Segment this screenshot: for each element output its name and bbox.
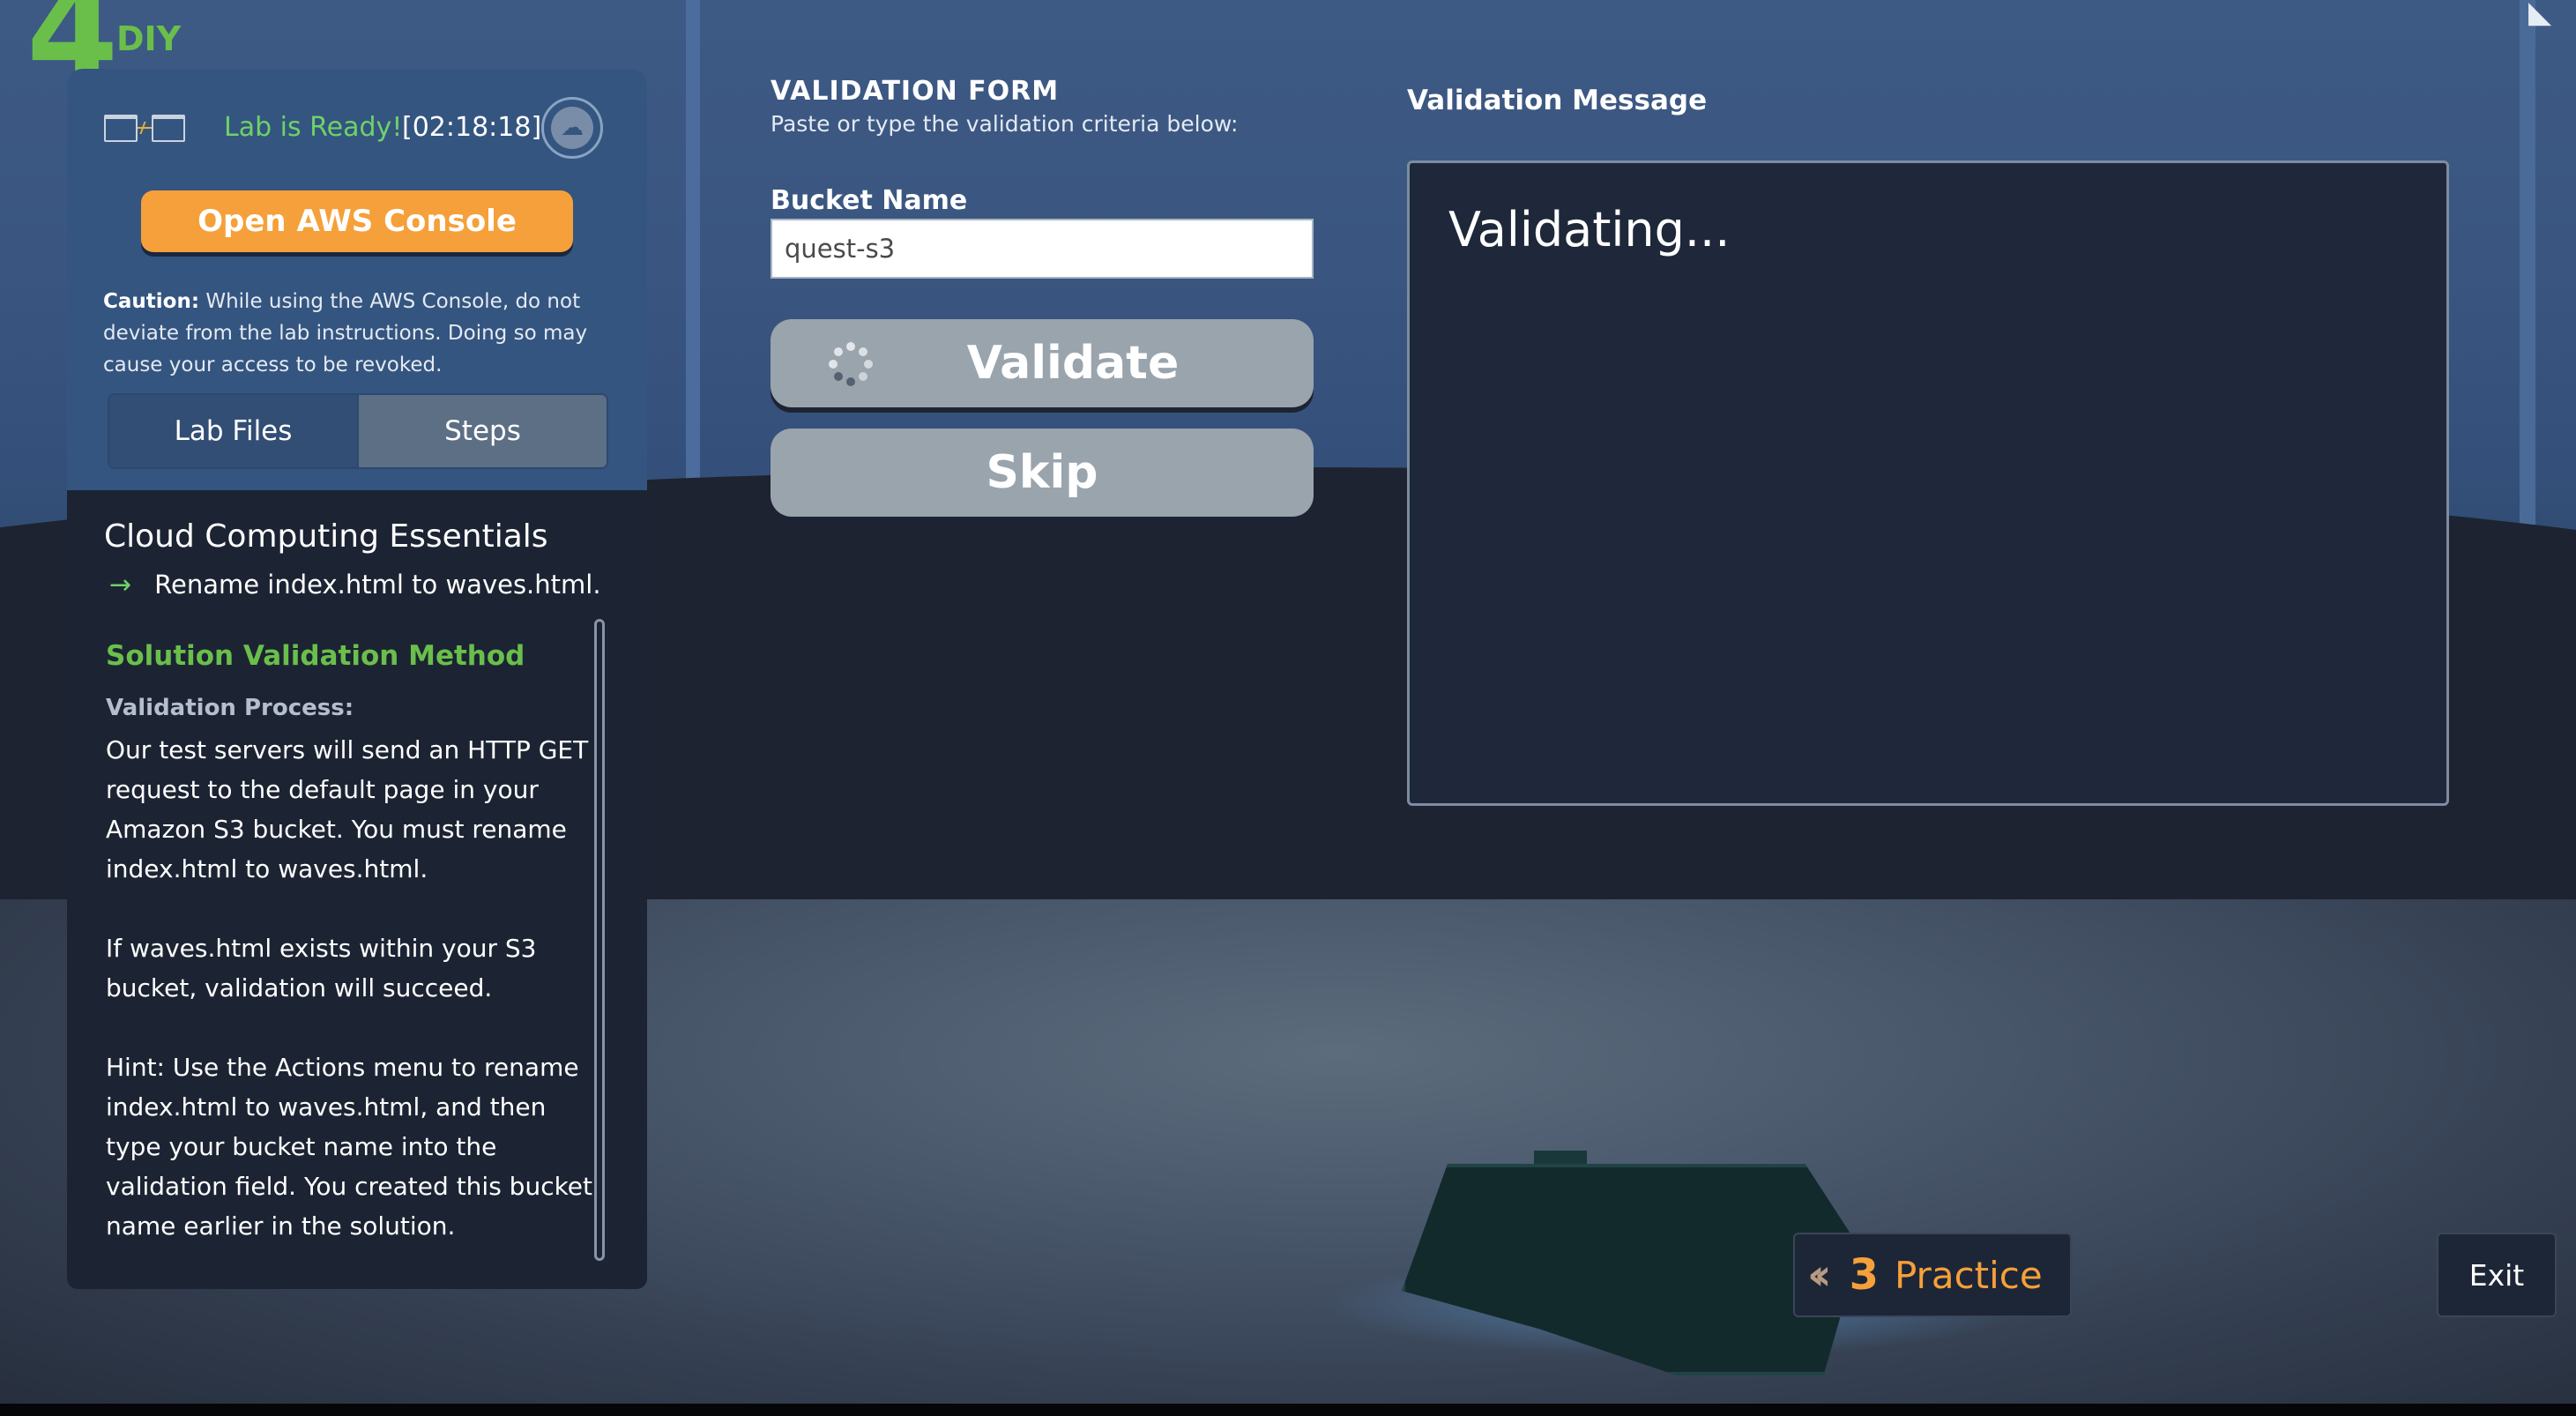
- lab-status-text: Lab is Ready!: [224, 112, 403, 143]
- form-subtitle: Paste or type the validation criteria be…: [771, 111, 1239, 137]
- validation-message-box: Validating...: [1407, 160, 2449, 806]
- tab-lab-files[interactable]: Lab Files: [109, 395, 357, 467]
- form-title: VALIDATION FORM: [771, 76, 1060, 107]
- practice-label: Practice: [1894, 1253, 2043, 1297]
- lab-window-icon-group: [104, 109, 185, 146]
- caution-label: Caution:: [103, 290, 200, 313]
- back-to-practice-button[interactable]: ‹‹ 3 Practice: [1793, 1233, 2072, 1317]
- current-step-label: Rename index.html to waves.html.: [154, 570, 601, 600]
- instructions-text: Our test servers will send an HTTP GET r…: [106, 730, 608, 1286]
- validate-button[interactable]: Validate: [771, 319, 1314, 407]
- window-pulse-icon: [104, 114, 185, 142]
- practice-number: 3: [1849, 1250, 1879, 1300]
- open-aws-console-button[interactable]: Open AWS Console: [141, 190, 573, 252]
- instruction-paragraph: Hint: Use the Actions menu to rename ind…: [106, 1053, 593, 1241]
- instruction-paragraph: Our test servers will send an HTTP GET r…: [106, 735, 589, 883]
- bottom-edge: [0, 1404, 2576, 1416]
- instruction-paragraph: If waves.html exists within your S3 buck…: [106, 934, 537, 1002]
- arrow-right-icon: →: [109, 570, 132, 600]
- corner-arrow-icon: ◣: [2528, 0, 2552, 30]
- loading-spinner-icon: [829, 342, 873, 386]
- lab-timer: [02:18:18]: [402, 112, 542, 143]
- skip-button[interactable]: Skip: [771, 429, 1314, 517]
- tab-steps[interactable]: Steps: [357, 395, 607, 467]
- current-step[interactable]: → Rename index.html to waves.html.: [109, 570, 601, 600]
- panel-tabs: Lab Files Steps: [108, 393, 608, 469]
- exit-button[interactable]: Exit: [2437, 1233, 2557, 1317]
- course-title: Cloud Computing Essentials: [104, 518, 548, 555]
- caution-notice: Caution: While using the AWS Console, do…: [103, 286, 616, 381]
- validation-message-title: Validation Message: [1407, 85, 1708, 116]
- validate-label: Validate: [966, 337, 1180, 390]
- double-chevron-left-icon: ‹‹: [1807, 1250, 1831, 1300]
- bucket-name-input[interactable]: [771, 219, 1314, 279]
- logo-text: DIY: [116, 19, 182, 58]
- cloud-button[interactable]: ☁: [541, 97, 603, 159]
- solution-heading: Solution Validation Method: [106, 640, 525, 672]
- bucket-name-label: Bucket Name: [771, 185, 968, 216]
- validation-message-text: Validating...: [1448, 202, 1731, 257]
- process-label: Validation Process:: [106, 695, 354, 721]
- cloud-upload-icon: ☁: [551, 107, 593, 149]
